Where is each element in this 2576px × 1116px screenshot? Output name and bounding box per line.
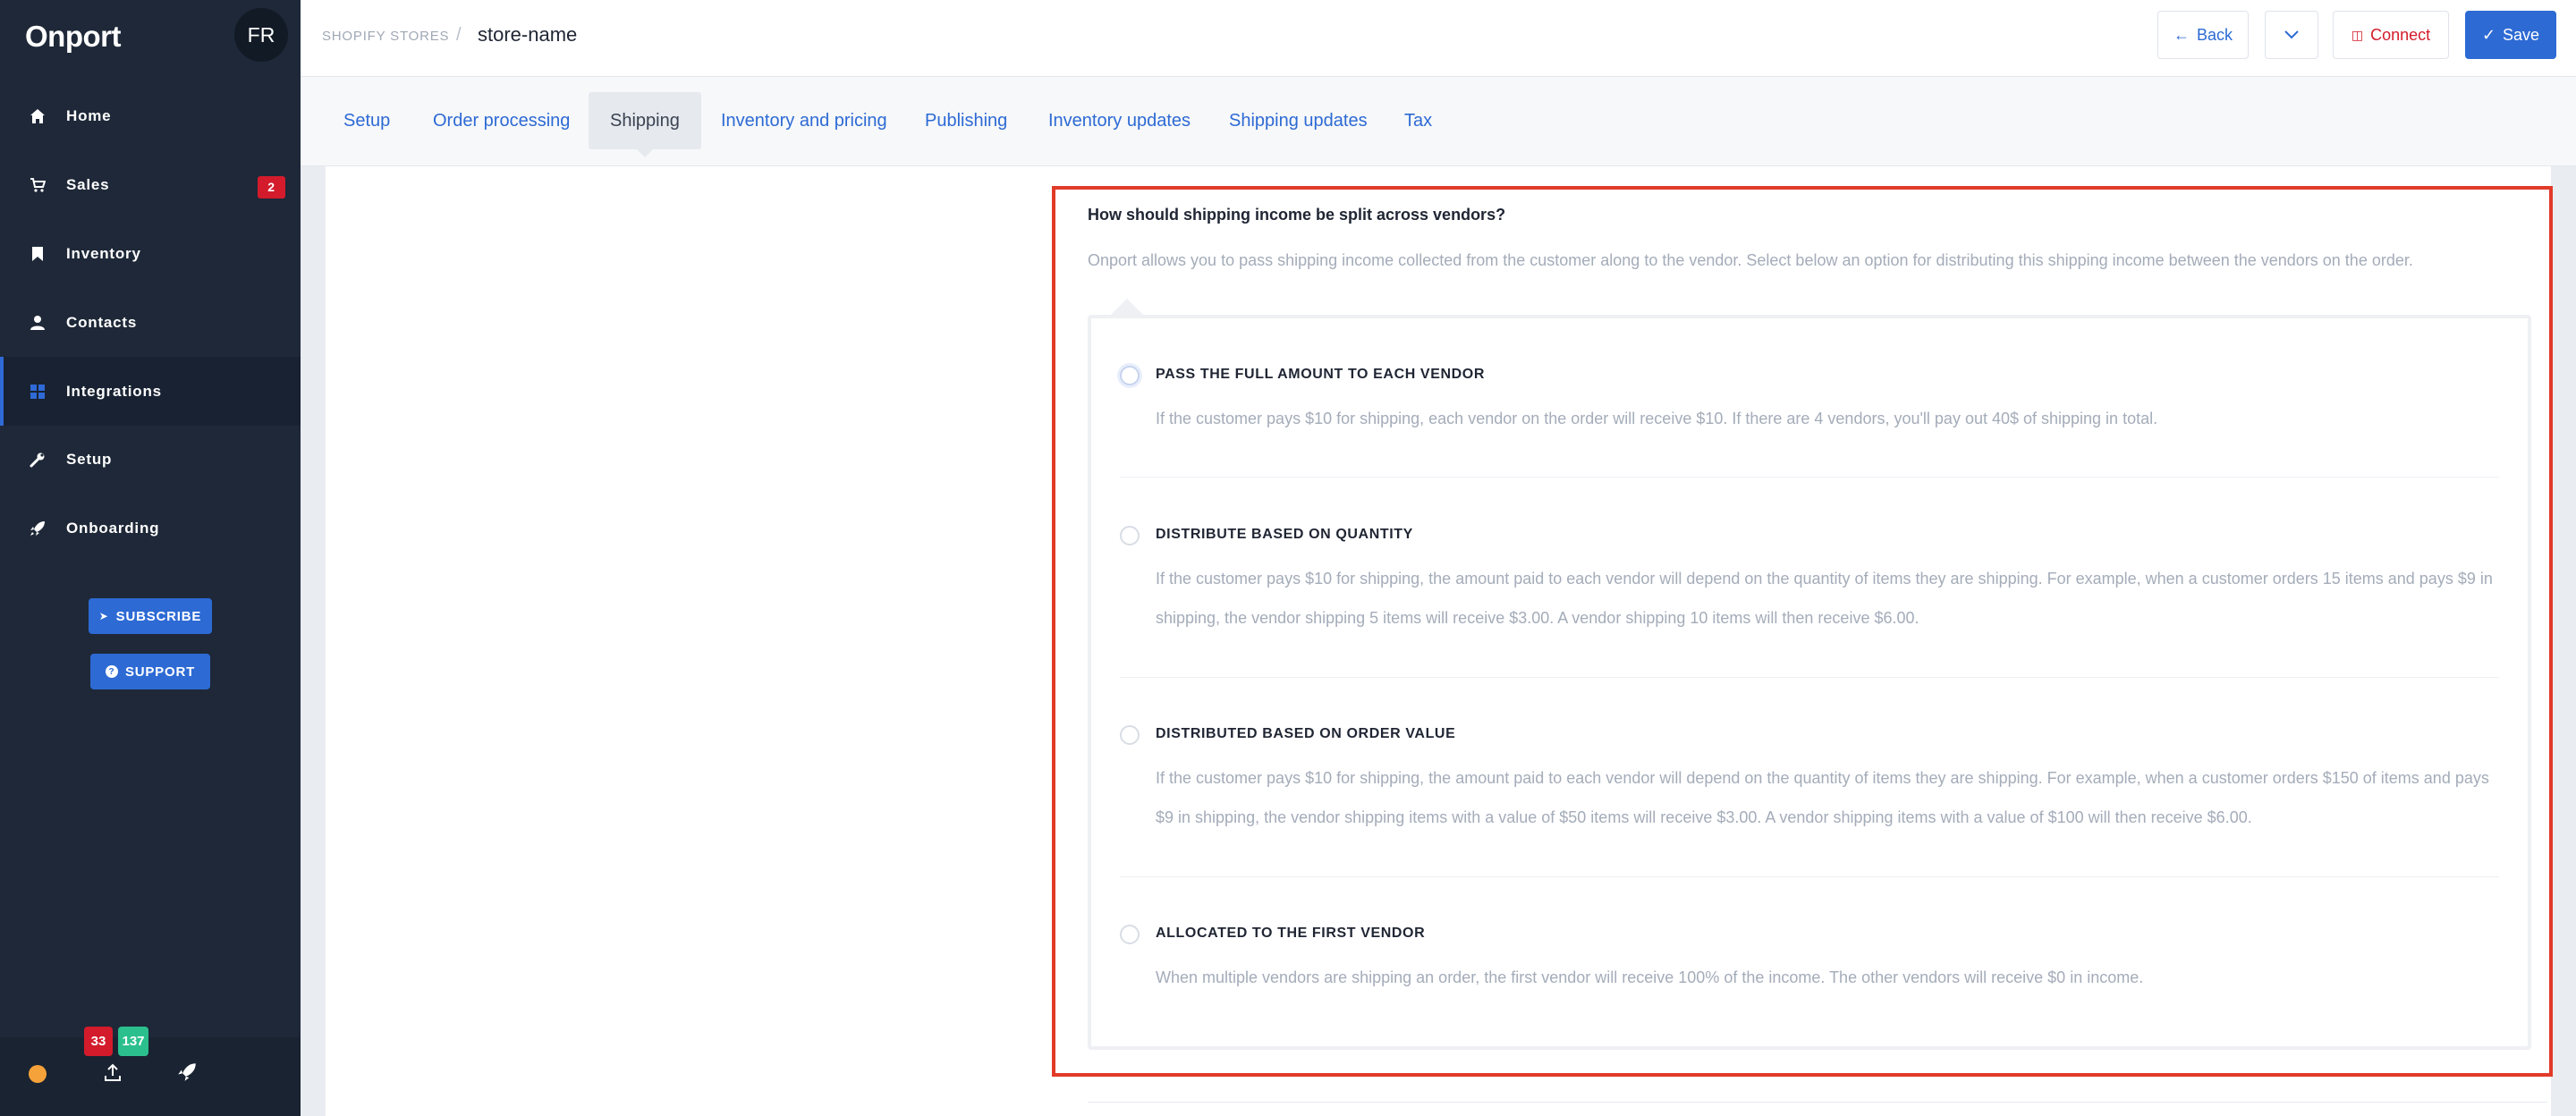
cart-icon [29, 176, 47, 194]
support-button[interactable]: ? SUPPORT [90, 654, 210, 689]
option-description: When multiple vendors are shipping an or… [1156, 968, 2144, 986]
option-first-vendor[interactable]: ALLOCATED TO THE FIRST VENDOR When multi… [1120, 922, 2499, 1011]
subscribe-label: SUBSCRIBE [115, 608, 202, 624]
rocket-icon[interactable] [177, 1062, 199, 1084]
tab-bar: Setup Order processing Shipping Inventor… [301, 77, 2576, 166]
trash-icon: ◫ [2351, 27, 2364, 42]
options-pointer [1111, 299, 1143, 315]
option-title: DISTRIBUTED BASED ON ORDER VALUE [1156, 726, 1456, 741]
sidebar: Onport FR Home Sales 2 Inventory Contact… [0, 0, 301, 1116]
sidebar-item-label: Integrations [66, 382, 162, 400]
check-icon: ✓ [2481, 25, 2496, 44]
wrench-icon [29, 451, 47, 469]
breadcrumb-parent[interactable]: SHOPIFY STORES [322, 29, 449, 44]
option-full-amount[interactable]: PASS THE FULL AMOUNT TO EACH VENDOR If t… [1120, 363, 2499, 479]
sidebar-item-integrations[interactable]: Integrations [0, 357, 301, 426]
option-divider [1120, 876, 2499, 877]
back-label: Back [2196, 25, 2233, 44]
sidebar-item-setup[interactable]: Setup [0, 426, 301, 495]
sidebar-item-label: Home [66, 107, 112, 125]
tab-setup[interactable]: Setup [322, 92, 411, 149]
app-logo[interactable]: Onport [25, 20, 121, 54]
success-count-badge: 137 [118, 1027, 148, 1056]
home-icon [29, 107, 47, 125]
shipping-split-intro: Onport allows you to pass shipping incom… [1088, 251, 2413, 269]
connect-label: Connect [2370, 25, 2431, 44]
tab-shipping-updates[interactable]: Shipping updates [1208, 92, 1389, 149]
option-description: If the customer pays $10 for shipping, t… [1156, 570, 2493, 627]
help-icon: ? [105, 665, 118, 678]
subscribe-button[interactable]: ➤ SUBSCRIBE [89, 598, 212, 634]
option-radio[interactable] [1120, 366, 1140, 385]
tab-publishing[interactable]: Publishing [903, 92, 1029, 149]
option-divider [1120, 677, 2499, 678]
option-by-quantity[interactable]: DISTRIBUTE BASED ON QUANTITY If the cust… [1120, 523, 2499, 679]
tab-tax[interactable]: Tax [1383, 92, 1453, 149]
connect-button[interactable]: ◫ Connect [2333, 11, 2449, 59]
more-dropdown-button[interactable] [2265, 11, 2318, 59]
sidebar-item-sales[interactable]: Sales 2 [0, 151, 301, 220]
sidebar-item-home[interactable]: Home [0, 82, 301, 151]
sidebar-item-contacts[interactable]: Contacts [0, 288, 301, 357]
rocket-icon [29, 520, 47, 537]
sidebar-item-inventory[interactable]: Inventory [0, 220, 301, 289]
status-dot[interactable] [29, 1065, 47, 1083]
option-radio[interactable] [1120, 526, 1140, 545]
sidebar-item-label: Inventory [66, 244, 141, 262]
back-button[interactable]: ← Back [2157, 11, 2249, 59]
sidebar-item-label: Setup [66, 451, 113, 469]
tab-inventory-updates[interactable]: Inventory updates [1027, 92, 1212, 149]
sidebar-item-label: Sales [66, 176, 110, 194]
send-icon: ➤ [98, 610, 109, 622]
option-divider [1120, 477, 2499, 478]
option-title: DISTRIBUTE BASED ON QUANTITY [1156, 527, 1413, 542]
tab-inventory-and-pricing[interactable]: Inventory and pricing [699, 92, 909, 149]
option-radio[interactable] [1120, 925, 1140, 944]
tab-order-processing[interactable]: Order processing [411, 92, 591, 149]
option-description: If the customer pays $10 for shipping, t… [1156, 769, 2489, 826]
bookmark-icon [29, 245, 47, 263]
page-title: store-name [478, 23, 578, 46]
sidebar-nav: Home Sales 2 Inventory Contacts Integrat… [0, 82, 301, 563]
support-label: SUPPORT [124, 664, 196, 680]
sidebar-item-label: Onboarding [66, 520, 160, 537]
sidebar-item-onboarding[interactable]: Onboarding [0, 495, 301, 563]
chevron-down-icon [2284, 26, 2300, 45]
option-title: PASS THE FULL AMOUNT TO EACH VENDOR [1156, 367, 1485, 382]
save-label: Save [2503, 25, 2540, 44]
top-header: SHOPIFY STORES / store-name ← Back ◫ Con… [301, 0, 2576, 77]
option-title: ALLOCATED TO THE FIRST VENDOR [1156, 926, 1426, 941]
arrow-left-icon: ← [2173, 25, 2190, 44]
option-by-order-value[interactable]: DISTRIBUTED BASED ON ORDER VALUE If the … [1120, 723, 2499, 878]
sales-count-badge: 2 [258, 175, 285, 199]
section-divider [1088, 1102, 2547, 1103]
tab-shipping[interactable]: Shipping [589, 92, 701, 157]
upload-icon[interactable] [102, 1062, 123, 1084]
breadcrumb-separator: / [456, 25, 462, 45]
shipping-split-question: How should shipping income be split acro… [1088, 206, 1506, 224]
grid-icon [29, 383, 47, 401]
option-radio[interactable] [1120, 725, 1140, 745]
sidebar-item-label: Contacts [66, 313, 138, 331]
user-icon [29, 314, 47, 332]
error-count-badge: 33 [84, 1027, 113, 1056]
user-avatar[interactable]: FR [234, 8, 288, 62]
option-description: If the customer pays $10 for shipping, e… [1156, 410, 2158, 427]
save-button[interactable]: ✓ Save [2465, 11, 2556, 59]
